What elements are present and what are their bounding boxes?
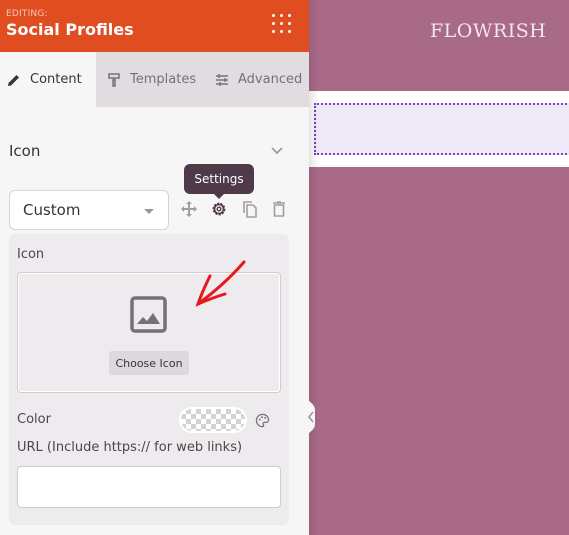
tab-label: Content (30, 72, 82, 87)
icon-type-select[interactable]: Custom (9, 190, 169, 230)
annotation-arrow-icon (195, 260, 246, 307)
gear-icon[interactable] (209, 199, 229, 219)
url-field-label: URL (Include https:// for web links) (17, 440, 243, 455)
tab-templates[interactable]: Templates (96, 52, 200, 107)
tab-label: Advanced (238, 72, 303, 87)
collapse-panel-handle[interactable] (305, 392, 325, 442)
copy-icon[interactable] (240, 199, 260, 219)
choose-icon-button[interactable]: Choose Icon (109, 351, 189, 375)
site-logo[interactable]: FLOWRISH (430, 20, 546, 42)
panel-header: EDITING: Social Profiles (0, 0, 309, 52)
sliders-icon (216, 73, 228, 86)
panel-tabs: Content Templates Advanced (0, 52, 309, 107)
editing-label: EDITING: (6, 9, 48, 19)
chevron-down-icon[interactable] (270, 146, 284, 156)
image-placeholder-icon[interactable] (130, 296, 167, 333)
select-value: Custom (23, 201, 81, 219)
tab-content[interactable]: Content (0, 52, 96, 107)
icon-field-label: Icon (17, 247, 45, 262)
tab-advanced[interactable]: Advanced (200, 52, 309, 107)
settings-tooltip: Settings (184, 164, 254, 199)
pencil-icon (8, 74, 19, 86)
editor-panel: EDITING: Social Profiles Content Templat… (0, 0, 309, 535)
tab-label: Templates (130, 72, 197, 87)
caret-down-icon (144, 209, 154, 214)
palette-icon[interactable] (255, 413, 270, 428)
paint-roller-icon (108, 72, 120, 87)
color-swatch[interactable] (179, 407, 247, 433)
color-field-label: Color (17, 412, 51, 427)
panel-title: Social Profiles (6, 20, 134, 39)
trash-icon[interactable] (269, 199, 289, 219)
drag-grip-icon[interactable] (272, 14, 292, 34)
panel-shadow (309, 0, 319, 535)
url-input[interactable] (17, 466, 281, 508)
section-title[interactable]: Icon (9, 142, 40, 160)
selected-element-outline[interactable] (314, 103, 569, 155)
move-icon[interactable] (179, 199, 199, 219)
